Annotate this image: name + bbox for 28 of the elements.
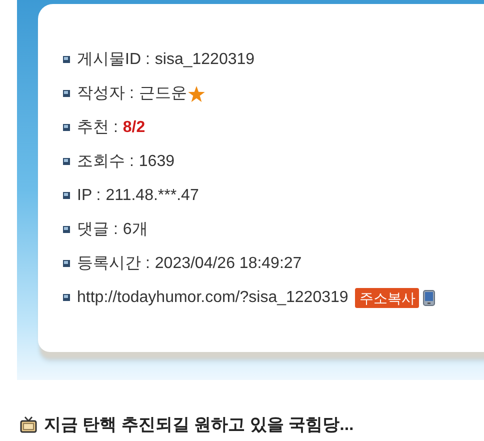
info-label: 조회수 : <box>77 152 134 172</box>
info-label: IP : <box>77 186 101 204</box>
info-value: 1639 <box>138 152 174 170</box>
copy-address-button[interactable]: 주소복사 <box>355 288 420 308</box>
info-label: 게시물ID : <box>77 50 150 70</box>
bullet-icon <box>63 226 70 233</box>
recommend-count: 8/2 <box>122 118 146 136</box>
info-value: 2023/04/26 18:49:27 <box>154 254 302 272</box>
info-value: 211.48.***.47 <box>106 186 199 204</box>
info-label: 작성자 : <box>77 84 134 104</box>
author-name: 근드운 <box>138 84 187 104</box>
info-label: 추천 : <box>77 118 118 138</box>
bullet-icon <box>63 56 70 63</box>
info-label: 등록시간 : <box>77 254 150 274</box>
info-value: sisa_1220319 <box>154 50 255 68</box>
next-post-title[interactable]: 지금 탄핵 추진되길 원하고 있을 국힘당... <box>44 413 354 436</box>
info-value: 6개 <box>122 220 148 240</box>
phone-icon[interactable] <box>423 290 436 306</box>
post-url: http://todayhumor.com/?sisa_1220319 <box>77 288 348 306</box>
bullet-icon <box>63 124 70 131</box>
bullet-icon <box>63 90 70 97</box>
info-label: 댓글 : <box>77 220 118 240</box>
bullet-icon <box>63 294 70 301</box>
bullet-icon <box>63 260 70 267</box>
bullet-icon <box>63 158 70 165</box>
star-icon <box>188 86 205 102</box>
bullet-icon <box>63 192 70 199</box>
tv-icon <box>20 416 37 433</box>
